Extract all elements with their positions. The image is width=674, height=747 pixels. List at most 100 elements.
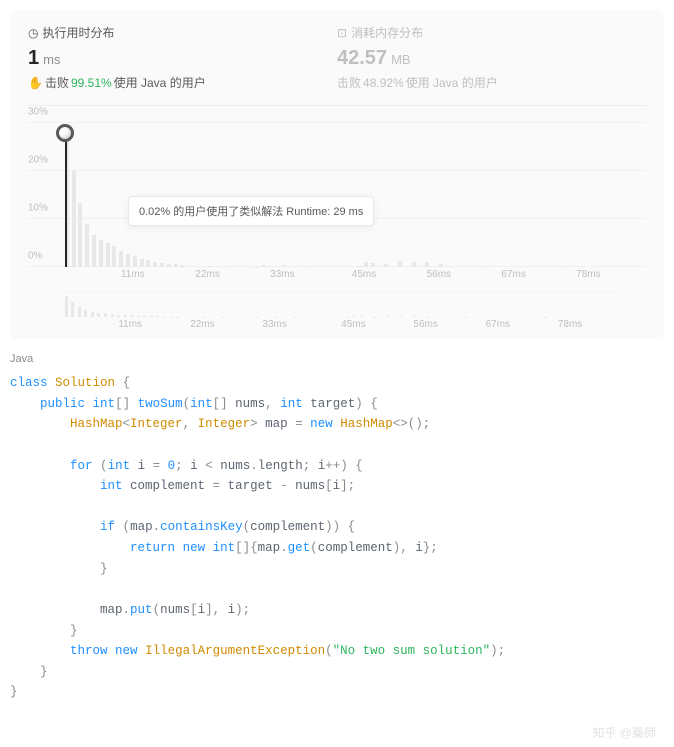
distribution-bar[interactable] <box>133 256 137 267</box>
watermark: 知乎 @藥師 <box>592 724 656 741</box>
x-tick-label: 67ms <box>501 269 525 280</box>
distribution-bar[interactable] <box>106 243 110 267</box>
distribution-bar[interactable] <box>303 266 307 267</box>
memory-title-text: 消耗内存分布 <box>351 24 423 41</box>
distribution-bar[interactable] <box>425 262 429 267</box>
distribution-bar[interactable] <box>99 240 103 267</box>
mini-x-tick-label: 78ms <box>558 319 582 330</box>
distribution-bar[interactable] <box>140 259 144 267</box>
code-card: Java class Solution { public int[] twoSu… <box>10 353 664 703</box>
mini-distribution-bar <box>163 317 166 318</box>
y-tick-label: 0% <box>28 251 42 262</box>
memory-title: ⊡ 消耗内存分布 <box>337 24 646 41</box>
x-tick-label: 56ms <box>427 269 451 280</box>
runtime-block[interactable]: ◷ 执行用时分布 1 ms ✋ 击败 99.51% 使用 Java 的用户 <box>28 24 337 91</box>
marker-line <box>65 133 67 267</box>
distribution-bar[interactable] <box>384 264 388 267</box>
y-tick-label: 20% <box>28 155 48 166</box>
mini-distribution-bar <box>137 316 140 317</box>
distribution-bar[interactable] <box>412 262 416 267</box>
distribution-bar[interactable] <box>439 264 443 267</box>
mini-x-tick-label: 67ms <box>486 319 510 330</box>
distribution-bar[interactable] <box>480 266 484 267</box>
mini-distribution-bar <box>91 312 94 317</box>
y-tick-label: 30% <box>28 107 48 118</box>
marker-circle[interactable] <box>56 124 74 142</box>
runtime-distribution-chart[interactable]: 0%10%20%30% 11ms22ms33ms45ms56ms67ms78ms… <box>28 105 646 285</box>
distribution-bar[interactable] <box>119 251 123 267</box>
distribution-bar[interactable] <box>167 264 171 267</box>
x-tick-label: 45ms <box>352 269 376 280</box>
mini-distribution-bar <box>97 313 100 317</box>
distribution-bar[interactable] <box>78 203 82 267</box>
runtime-unit: ms <box>43 52 60 67</box>
mini-distribution-bar <box>360 316 363 317</box>
distribution-bar[interactable] <box>146 260 150 267</box>
runtime-value: 1 <box>28 47 39 70</box>
runtime-mini-chart[interactable]: 11ms22ms33ms45ms56ms67ms78ms <box>58 291 616 331</box>
distribution-bar[interactable] <box>126 254 130 267</box>
mini-distribution-bar <box>78 307 81 317</box>
chip-icon: ⊡ <box>337 26 347 40</box>
distribution-bar[interactable] <box>174 264 178 267</box>
mini-x-tick-label: 22ms <box>190 319 214 330</box>
distribution-bar[interactable] <box>371 263 375 267</box>
x-tick-label: 33ms <box>270 269 294 280</box>
mini-distribution-bar <box>353 316 356 317</box>
mini-chart-x-axis: 11ms22ms33ms45ms56ms67ms78ms <box>58 319 616 331</box>
mini-distribution-bar <box>117 315 120 318</box>
chart-tooltip: 0.02% 的用户使用了类似解法 Runtime: 29 ms <box>128 196 374 226</box>
mini-x-tick-label: 11ms <box>118 319 142 330</box>
mini-distribution-bar <box>84 310 87 317</box>
leetcode-result-page: ◷ 执行用时分布 1 ms ✋ 击败 99.51% 使用 Java 的用户 ⊡ … <box>0 0 674 747</box>
runtime-beat-suffix: 使用 Java 的用户 <box>114 74 206 91</box>
distribution-bar[interactable] <box>364 262 368 267</box>
memory-beat-pct: 48.92% <box>363 76 404 90</box>
chart-x-axis: 11ms22ms33ms45ms56ms67ms78ms <box>58 269 636 285</box>
hand-icon: ✋ <box>28 76 43 90</box>
distribution-bar[interactable] <box>208 266 212 267</box>
mini-distribution-bar <box>143 316 146 317</box>
x-tick-label: 22ms <box>195 269 219 280</box>
memory-beat-suffix: 使用 Java 的用户 <box>406 74 498 91</box>
runtime-title-text: 执行用时分布 <box>42 24 114 41</box>
distribution-bar[interactable] <box>398 261 402 267</box>
memory-value: 42.57 <box>337 47 387 70</box>
distribution-bar[interactable] <box>561 266 565 267</box>
mini-distribution-bar <box>130 315 133 317</box>
mini-distribution-bar <box>156 316 159 317</box>
distribution-bar[interactable] <box>357 266 361 267</box>
memory-beat-prefix: 击败 <box>337 74 361 91</box>
mini-distribution-bar <box>111 314 114 317</box>
mini-x-tick-label: 45ms <box>341 319 365 330</box>
distribution-bar[interactable] <box>153 262 157 267</box>
mini-distribution-bar <box>150 316 153 317</box>
runtime-beat-pct: 99.51% <box>71 76 112 90</box>
distribution-bar[interactable] <box>282 265 286 267</box>
mini-distribution-bar <box>412 316 415 317</box>
mini-chart-bars <box>58 292 616 317</box>
distribution-bar[interactable] <box>262 265 266 267</box>
memory-beats: 击败 48.92% 使用 Java 的用户 <box>337 74 646 91</box>
stats-row: ◷ 执行用时分布 1 ms ✋ 击败 99.51% 使用 Java 的用户 ⊡ … <box>28 24 646 91</box>
mini-distribution-bar <box>65 296 68 317</box>
distribution-bar[interactable] <box>92 235 96 267</box>
memory-block[interactable]: ⊡ 消耗内存分布 42.57 MB 击败 48.92% 使用 Java 的用户 <box>337 24 646 91</box>
distribution-bar[interactable] <box>72 170 76 267</box>
code-block[interactable]: class Solution { public int[] twoSum(int… <box>10 373 664 703</box>
distribution-bar[interactable] <box>112 246 116 267</box>
runtime-beats: ✋ 击败 99.51% 使用 Java 的用户 <box>28 74 337 91</box>
distribution-bar[interactable] <box>180 265 184 267</box>
distribution-bar[interactable] <box>85 224 89 267</box>
x-tick-label: 11ms <box>121 269 145 280</box>
mini-distribution-bar <box>426 317 429 318</box>
memory-unit: MB <box>391 52 411 67</box>
runtime-beat-prefix: 击败 <box>45 74 69 91</box>
distribution-bar[interactable] <box>160 263 164 267</box>
mini-distribution-bar <box>104 313 107 317</box>
distribution-bar[interactable] <box>228 266 232 267</box>
mini-x-tick-label: 56ms <box>413 319 437 330</box>
mini-distribution-bar <box>124 315 127 317</box>
chart-bars <box>58 106 636 267</box>
stats-card: ◷ 执行用时分布 1 ms ✋ 击败 99.51% 使用 Java 的用户 ⊡ … <box>10 10 664 339</box>
